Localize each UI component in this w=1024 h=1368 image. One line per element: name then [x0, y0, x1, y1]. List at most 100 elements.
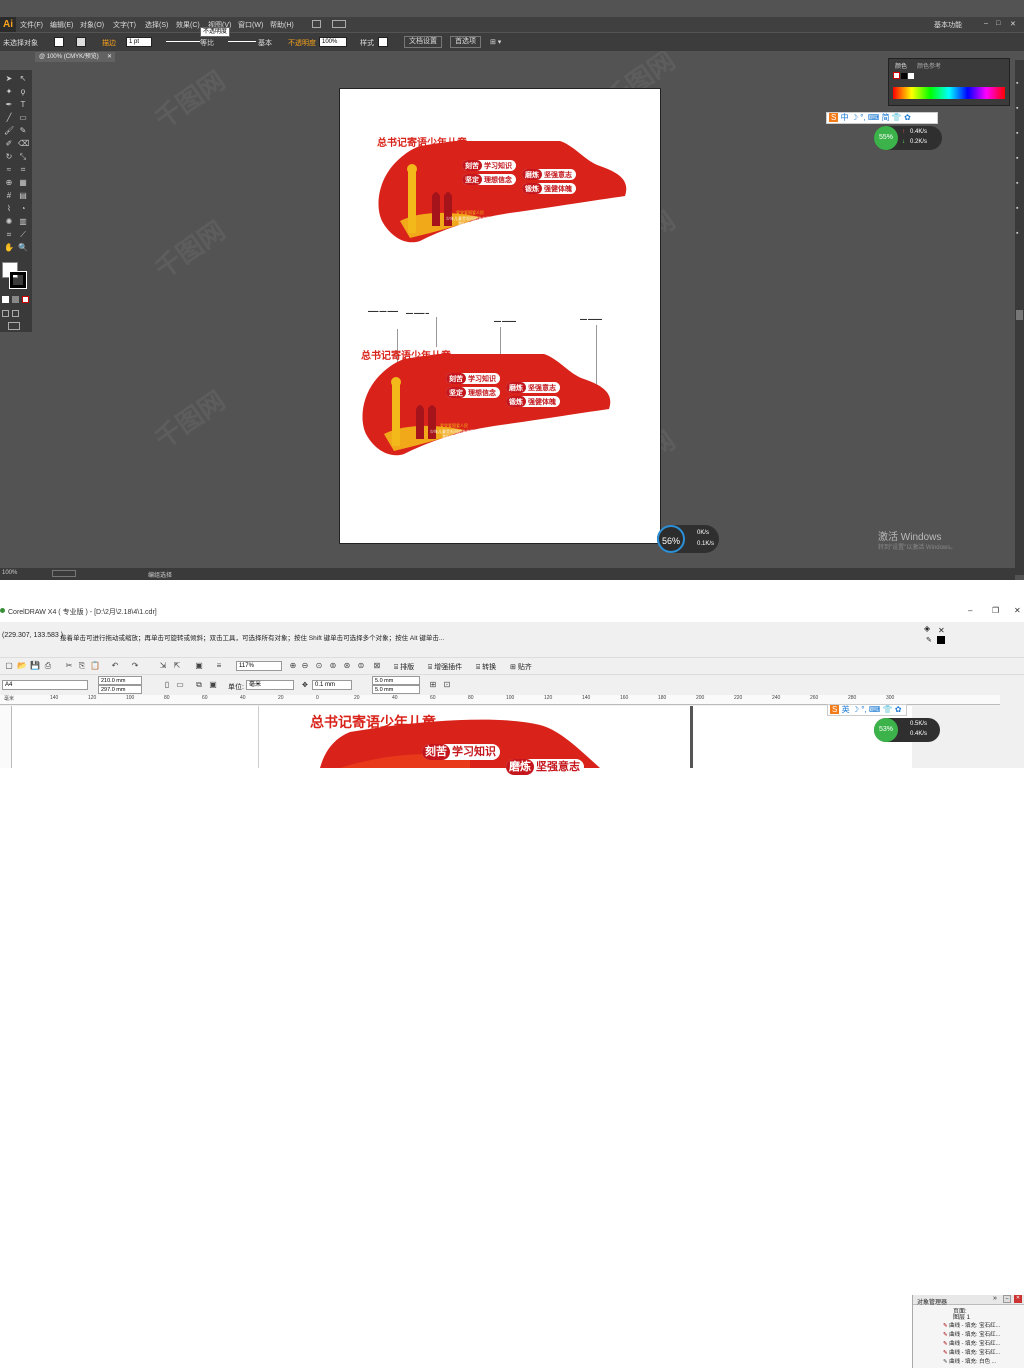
- network-speed-widget[interactable]: 55% ↑ 0.4K/s ↓ 0.2K/s: [874, 126, 942, 150]
- vertical-ruler[interactable]: [0, 706, 12, 768]
- column-graph-icon[interactable]: ▥: [18, 217, 28, 227]
- color-mode-icon[interactable]: [2, 296, 9, 303]
- selection-tool-icon[interactable]: ➤: [4, 74, 14, 84]
- color-tab[interactable]: 颜色: [895, 61, 907, 70]
- keyboard-icon[interactable]: ⌨: [869, 705, 881, 714]
- scale-tool-icon[interactable]: ⤡: [18, 152, 28, 162]
- brush-basic[interactable]: 基本: [258, 38, 272, 48]
- punct-icon[interactable]: °,: [861, 705, 866, 714]
- artboard-nav[interactable]: [52, 570, 76, 577]
- menu-object[interactable]: 对象(O): [80, 20, 104, 30]
- close-icon[interactable]: ✕: [1010, 20, 1016, 28]
- document-setup-button[interactable]: 文档设置: [404, 36, 442, 48]
- blend-tool-icon[interactable]: ◔: [18, 204, 28, 214]
- convert-menu[interactable]: ⌸ 转换: [476, 662, 496, 672]
- tab-close-icon[interactable]: ✕: [107, 52, 112, 62]
- direct-selection-tool-icon[interactable]: ↖: [18, 74, 28, 84]
- save-icon[interactable]: 💾: [30, 661, 40, 671]
- outline-color-swatch[interactable]: [937, 636, 945, 644]
- moon-icon[interactable]: ☽: [851, 113, 858, 122]
- black-swatch[interactable]: [901, 73, 907, 79]
- zoom-height-icon[interactable]: ⊠: [372, 661, 382, 671]
- color-spectrum[interactable]: [893, 87, 1005, 99]
- none-swatch[interactable]: [893, 72, 900, 79]
- snap-menu[interactable]: ⊞ 贴齐: [510, 662, 532, 672]
- hand-tool-icon[interactable]: ✋: [4, 243, 14, 253]
- blob-brush-icon[interactable]: ✐: [4, 139, 14, 149]
- zoom-width-icon[interactable]: ⊜: [356, 661, 366, 671]
- restore-icon[interactable]: ❐: [992, 606, 999, 615]
- sogou-icon[interactable]: S: [829, 113, 839, 122]
- zoom-all-icon[interactable]: ⊚: [328, 661, 338, 671]
- zoom-tool-icon[interactable]: 🔍: [18, 243, 28, 253]
- close-x-icon[interactable]: ✕: [938, 626, 945, 635]
- warp-tool-icon[interactable]: ≈: [4, 165, 14, 175]
- panel-icon[interactable]: ▪: [1016, 155, 1018, 162]
- bridge-icon[interactable]: [312, 20, 321, 28]
- pencil-icon[interactable]: ✎: [18, 126, 28, 136]
- plugin-menu[interactable]: ⌸ 增强插件: [428, 662, 462, 672]
- duplicate-y-field[interactable]: 5.0 mm: [372, 685, 420, 694]
- panel-icon[interactable]: ▪: [1016, 180, 1018, 187]
- screen-mode-icon[interactable]: [8, 322, 20, 330]
- ime-simp[interactable]: 简: [882, 113, 890, 122]
- pen-tool-icon[interactable]: ✒: [4, 100, 14, 110]
- import-icon[interactable]: ⇲: [158, 661, 168, 671]
- menu-file[interactable]: 文件(F): [20, 20, 43, 30]
- panel-icon[interactable]: ▪: [1016, 130, 1018, 137]
- landscape-icon[interactable]: ▭: [175, 680, 185, 690]
- symbol-sprayer-icon[interactable]: ✺: [4, 217, 14, 227]
- list-item[interactable]: ✎ 曲线 - 填充: 宝石红...: [943, 1339, 1023, 1348]
- sogou-icon[interactable]: S: [830, 705, 840, 714]
- ime-toolbar-2[interactable]: S 英 ☽ °, ⌨ 👕 ✿: [827, 704, 907, 716]
- pen-indicator-icon[interactable]: ✎: [926, 636, 932, 644]
- zoom-page-icon[interactable]: ⊛: [342, 661, 352, 671]
- menu-select[interactable]: 选择(S): [145, 20, 168, 30]
- treat-as-filled-icon[interactable]: ⊡: [442, 680, 452, 690]
- lasso-icon[interactable]: ϙ: [18, 87, 28, 97]
- open-icon[interactable]: 📂: [17, 661, 27, 671]
- list-item[interactable]: ✎ 曲线 - 填充: 白色 ...: [943, 1357, 1023, 1366]
- punct-icon[interactable]: °,: [860, 113, 865, 122]
- page-size-select[interactable]: A4: [2, 680, 88, 690]
- document-tab[interactable]: @ 100% (CMYK/预览) ✕: [35, 52, 115, 62]
- keyboard-icon[interactable]: ⌨: [868, 113, 880, 122]
- paste-icon[interactable]: 📋: [90, 661, 100, 671]
- shape-builder-icon[interactable]: ⊕: [4, 178, 14, 188]
- eyedropper-icon[interactable]: ⌇: [4, 204, 14, 214]
- artboard-tool-icon[interactable]: ⌗: [4, 230, 14, 240]
- cd-canvas[interactable]: 总书记寄语少年儿童 刻苦 学习知识 磨炼 坚强意志: [0, 706, 912, 775]
- all-pages-icon[interactable]: ⧉: [194, 680, 204, 690]
- draw-normal-icon[interactable]: [2, 310, 9, 317]
- nudge-field[interactable]: 0.1 mm: [312, 680, 352, 690]
- stroke-profile-line[interactable]: [166, 41, 200, 42]
- maximize-icon[interactable]: □: [996, 20, 1000, 27]
- panel-icon[interactable]: ▪: [1016, 230, 1018, 237]
- type-tool-icon[interactable]: T: [18, 100, 28, 110]
- layout-menu[interactable]: ⌸ 排版: [394, 662, 414, 672]
- units-toggle-icon[interactable]: ⊞: [428, 680, 438, 690]
- shirt-icon[interactable]: 👕: [892, 113, 902, 122]
- ime-toolbar[interactable]: S 中 ☽ °, ⌨ 简 👕 ✿: [826, 112, 938, 124]
- ime-lang[interactable]: 中: [841, 113, 849, 122]
- zoom-out-icon[interactable]: ⊖: [300, 661, 310, 671]
- page-width-field[interactable]: 210.0 mm: [98, 676, 142, 685]
- list-item[interactable]: ✎ 曲线 - 填充: 宝石红...: [943, 1330, 1023, 1339]
- menu-edit[interactable]: 编辑(E): [50, 20, 73, 30]
- moon-icon[interactable]: ☽: [852, 705, 859, 714]
- free-transform-icon[interactable]: ⌗: [18, 165, 28, 175]
- panel-icon[interactable]: ▪: [1016, 105, 1018, 112]
- perspective-grid-icon[interactable]: ▦: [18, 178, 28, 188]
- gradient-mode-icon[interactable]: [12, 296, 19, 303]
- uniform-profile[interactable]: 等比: [200, 38, 214, 48]
- menu-window[interactable]: 窗口(W): [238, 20, 263, 30]
- page-height-field[interactable]: 297.0 mm: [98, 685, 142, 694]
- settings-icon[interactable]: ✿: [904, 113, 911, 122]
- export-icon[interactable]: ⇱: [172, 661, 182, 671]
- shirt-icon[interactable]: 👕: [883, 705, 893, 714]
- mesh-tool-icon[interactable]: #: [4, 191, 14, 201]
- menu-help[interactable]: 帮助(H): [270, 20, 294, 30]
- scrollbar-thumb[interactable]: [1016, 310, 1023, 320]
- artboard[interactable]: 总书记寄语少年儿童 刻苦 学习知识 坚定 理想信念 磨炼 坚强意志 锻炼 强健体魄 爱党…: [339, 88, 661, 544]
- slice-tool-icon[interactable]: ⟋: [18, 230, 28, 240]
